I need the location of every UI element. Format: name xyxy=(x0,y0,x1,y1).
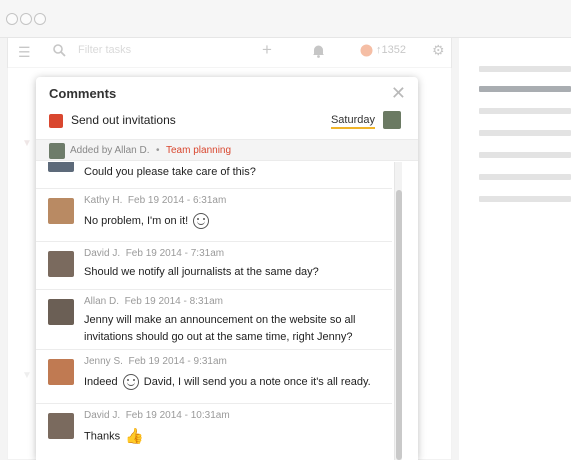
close-icon[interactable]: ✕ xyxy=(391,83,406,104)
comment-author: Allan D. xyxy=(84,296,120,307)
added-by-label: Added by Allan D. xyxy=(70,145,150,156)
karma-value: 1352 xyxy=(381,44,406,56)
comment-text-part: David, I will send you a note once it's … xyxy=(143,376,371,388)
placeholder-line xyxy=(479,108,571,114)
avatar xyxy=(48,413,74,439)
comment-item: David J. Feb 19 2014 - 10:31am Thanks 👍 xyxy=(36,404,392,460)
placeholder-line xyxy=(479,196,571,202)
title-bar xyxy=(0,0,571,38)
karma-score: ↑1352 xyxy=(376,44,406,56)
task-name: Send out invitations xyxy=(71,113,176,127)
placeholder-line xyxy=(479,174,571,180)
zoom-window-button[interactable] xyxy=(34,13,46,25)
comment-text: Thanks 👍 xyxy=(84,428,384,445)
filter-tasks-input[interactable]: Filter tasks xyxy=(78,44,131,56)
dialog-title: Comments xyxy=(49,86,117,101)
comment-time: Feb 19 2014 - 6:31am xyxy=(127,195,227,206)
comment-time: Feb 19 2014 - 8:31am xyxy=(124,296,223,307)
assignee-avatar xyxy=(383,111,401,129)
project-link[interactable]: Team planning xyxy=(166,145,231,156)
placeholder-line xyxy=(479,86,571,92)
avatar xyxy=(48,359,74,385)
due-date[interactable]: Saturday xyxy=(330,114,375,129)
comment-text: Could you please take care of this? xyxy=(84,166,256,178)
comment-meta: Kathy H. Feb 19 2014 - 6:31am xyxy=(84,195,226,206)
placeholder-line xyxy=(479,130,571,136)
comment-meta: David J. Feb 19 2014 - 10:31am xyxy=(84,410,230,421)
comment-item: Jenny S. Feb 19 2014 - 9:31am Indeed Dav… xyxy=(36,350,392,404)
comment-meta: Jenny S. Feb 19 2014 - 9:31am xyxy=(84,356,227,367)
search-icon[interactable] xyxy=(53,44,66,60)
meta-separator: • xyxy=(156,145,160,156)
comment-text-body: No problem, I'm on it! xyxy=(84,215,189,227)
comment-author: David J. xyxy=(84,248,121,259)
comment-text: Indeed David, I will send you a note onc… xyxy=(84,374,384,391)
comment-author: Jenny S. xyxy=(84,356,123,367)
task-meta-bar: Added by Allan D. • Team planning xyxy=(36,139,418,161)
comments-dialog: Comments ✕ Send out invitations Saturday… xyxy=(36,77,418,460)
comment-scrollbar[interactable] xyxy=(394,162,402,460)
task-row: Send out invitations Saturday xyxy=(49,111,405,129)
scroll-thumb[interactable] xyxy=(396,190,402,460)
smiley-icon xyxy=(122,374,139,391)
comment-author: Kathy H. xyxy=(84,195,123,206)
comment-time: Feb 19 2014 - 7:31am xyxy=(125,248,225,259)
comment-meta: Allan D. Feb 19 2014 - 8:31am xyxy=(84,296,223,307)
comment-list: Could you please take care of this? Kath… xyxy=(36,162,418,460)
comment-item: Allan D. Feb 19 2014 - 8:31am Jenny will… xyxy=(36,290,392,350)
plus-icon[interactable]: + xyxy=(262,40,272,60)
avatar xyxy=(48,162,74,172)
comment-time: Feb 19 2014 - 10:31am xyxy=(125,410,230,421)
priority-checkbox[interactable] xyxy=(49,114,63,128)
comment-text: Should we notify all journalists at the … xyxy=(84,266,319,278)
comment-text: No problem, I'm on it! xyxy=(84,213,384,230)
avatar xyxy=(49,143,65,159)
comment-item: Kathy H. Feb 19 2014 - 6:31am No problem… xyxy=(36,189,392,242)
minimize-window-button[interactable] xyxy=(20,13,32,25)
placeholder-line xyxy=(479,152,571,158)
avatar xyxy=(48,251,74,277)
app-window: ☰ Filter tasks + ↑1352 ⚙ ▼ ▼ Comments ✕ … xyxy=(0,0,571,460)
comment-item: David J. Feb 19 2014 - 7:31am Should we … xyxy=(36,242,392,290)
thumbs-up-icon: 👍 xyxy=(125,428,144,445)
gear-icon[interactable]: ⚙ xyxy=(432,42,445,59)
karma-icon[interactable] xyxy=(360,44,373,60)
close-window-button[interactable] xyxy=(6,13,18,25)
comment-text-body: Thanks xyxy=(84,430,121,443)
placeholder-line xyxy=(479,66,571,72)
smiley-icon xyxy=(193,213,210,230)
comment-item: Could you please take care of this? xyxy=(36,162,392,189)
detail-placeholder-pane xyxy=(459,38,571,460)
avatar xyxy=(48,198,74,224)
menu-icon[interactable]: ☰ xyxy=(18,44,31,61)
comment-text: Jenny will make an announcement on the w… xyxy=(84,314,356,343)
top-toolbar: ☰ Filter tasks + ↑1352 ⚙ xyxy=(8,38,451,68)
bell-icon[interactable] xyxy=(312,44,325,61)
comment-author: David J. xyxy=(84,410,121,421)
comment-meta: David J. Feb 19 2014 - 7:31am xyxy=(84,248,224,259)
comment-text-part: Indeed xyxy=(84,376,118,388)
comment-time: Feb 19 2014 - 9:31am xyxy=(128,356,227,367)
avatar xyxy=(48,299,74,325)
